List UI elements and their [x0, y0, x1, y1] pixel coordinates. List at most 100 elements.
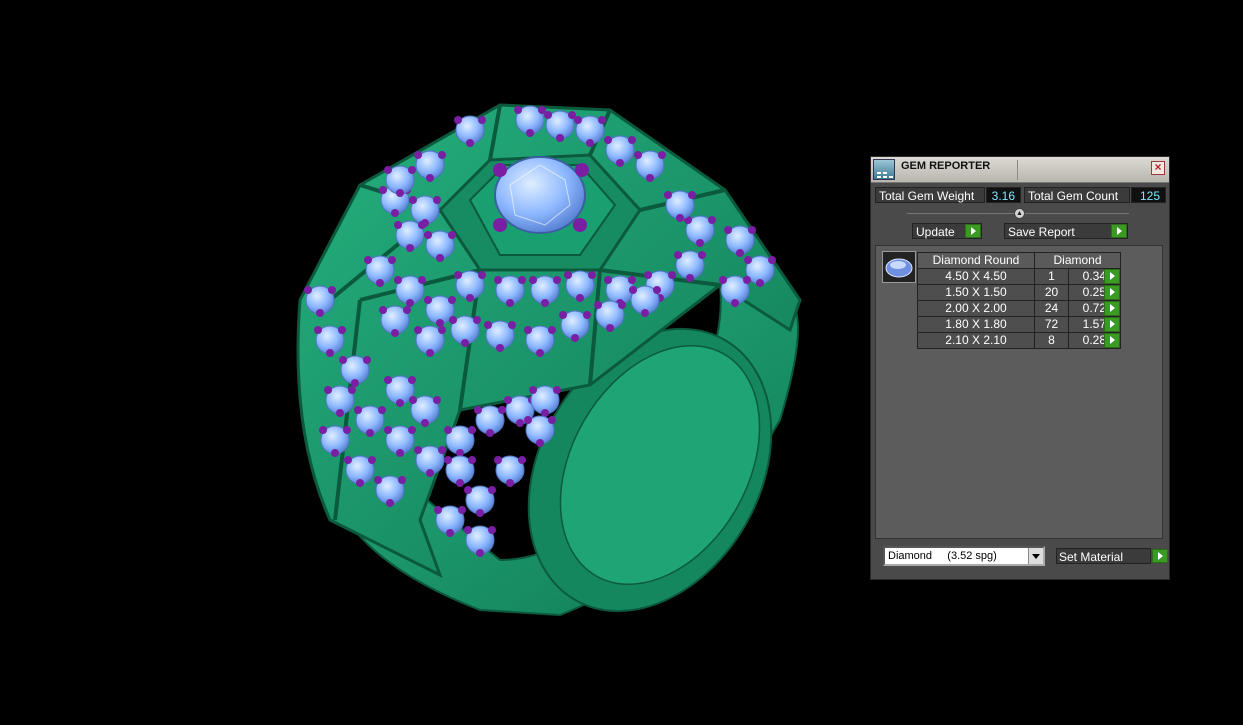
prong — [576, 294, 584, 302]
prong — [458, 506, 466, 514]
table-row[interactable]: 1.80 X 1.80 72 1.57tw — [917, 316, 1121, 333]
round-diamond-icon[interactable] — [882, 251, 916, 283]
prong — [688, 191, 696, 199]
prong — [494, 456, 502, 464]
prong — [653, 286, 661, 294]
prong — [719, 276, 727, 284]
prong — [396, 189, 404, 197]
play-icon[interactable] — [1104, 269, 1120, 284]
material-select[interactable]: Diamond (3.52 spg) — [883, 546, 1045, 566]
total-gem-count-value: 125 — [1131, 187, 1166, 203]
prong — [409, 196, 417, 204]
prong — [628, 276, 636, 284]
prong — [518, 456, 526, 464]
prong — [646, 174, 654, 182]
prong — [504, 396, 512, 404]
prong — [529, 276, 537, 284]
prong — [564, 271, 572, 279]
prong — [629, 286, 637, 294]
prong — [418, 221, 426, 229]
prong — [708, 216, 716, 224]
prong — [474, 406, 482, 414]
prong — [616, 159, 624, 167]
prong — [336, 409, 344, 417]
update-button-label: Update — [916, 225, 955, 239]
collapse-icon[interactable]: ▲ — [1014, 208, 1025, 219]
prong — [744, 256, 752, 264]
dropdown-arrow-icon[interactable] — [1028, 548, 1043, 564]
prong — [304, 286, 312, 294]
prong — [526, 129, 534, 137]
gem-reporter-panel: GEM REPORTER × Total Gem Weight 3.16 Tot… — [870, 156, 1170, 580]
update-button[interactable]: Update — [912, 223, 982, 239]
prong — [606, 324, 614, 332]
close-icon: × — [1154, 160, 1162, 174]
prong — [574, 116, 582, 124]
prong — [406, 299, 414, 307]
prong — [414, 151, 422, 159]
title-bar[interactable]: GEM REPORTER × — [871, 157, 1169, 183]
prong — [339, 356, 347, 364]
prong — [604, 136, 612, 144]
prong — [366, 429, 374, 437]
prong — [478, 271, 486, 279]
gem-size: 1.80 X 1.80 — [917, 316, 1035, 333]
prong — [488, 526, 496, 534]
prong — [436, 254, 444, 262]
prong — [736, 249, 744, 257]
table-row[interactable]: 2.00 X 2.00 24 0.72tw — [917, 300, 1121, 317]
prong — [433, 196, 441, 204]
prong — [374, 476, 382, 484]
panel-title: GEM REPORTER — [901, 160, 991, 172]
prong — [559, 311, 567, 319]
prong — [448, 231, 456, 239]
prong — [473, 316, 481, 324]
table-row[interactable]: 1.50 X 1.50 20 0.25tw — [917, 284, 1121, 301]
prong — [524, 326, 532, 334]
prong — [506, 299, 514, 307]
prong — [571, 334, 579, 342]
prong — [436, 319, 444, 327]
play-icon[interactable] — [1104, 285, 1120, 300]
prong — [426, 349, 434, 357]
prong — [426, 174, 434, 182]
set-material-button[interactable]: Set Material — [1056, 548, 1168, 564]
play-icon — [1111, 224, 1127, 238]
gem-count: 1 — [1034, 268, 1069, 285]
set-material-label: Set Material — [1059, 550, 1124, 564]
total-gem-weight-value: 3.16 — [986, 187, 1021, 203]
prong — [548, 326, 556, 334]
prong — [529, 386, 537, 394]
gem-size: 2.10 X 2.10 — [917, 332, 1035, 349]
prong — [384, 426, 392, 434]
prong — [379, 306, 387, 314]
play-icon[interactable] — [1104, 317, 1120, 332]
play-icon[interactable] — [1104, 333, 1120, 348]
save-report-button[interactable]: Save Report — [1004, 223, 1128, 239]
prong — [696, 239, 704, 247]
prong — [486, 429, 494, 437]
gem-list-area: Diamond Round Diamond 4.50 X 4.50 1 0.34… — [875, 245, 1163, 539]
play-icon[interactable] — [1104, 301, 1120, 316]
prong — [421, 419, 429, 427]
prong — [356, 479, 364, 487]
prong — [338, 326, 346, 334]
prong — [376, 279, 384, 287]
prong — [508, 321, 516, 329]
table-row[interactable]: 2.10 X 2.10 8 0.28tw — [917, 332, 1121, 349]
prong — [476, 509, 484, 517]
prong — [524, 416, 532, 424]
prong — [316, 309, 324, 317]
total-gem-weight-label: Total Gem Weight — [875, 187, 985, 203]
prong — [426, 469, 434, 477]
prong — [641, 309, 649, 317]
prong — [328, 286, 336, 294]
prong — [394, 276, 402, 284]
prong — [408, 376, 416, 384]
prong — [658, 151, 666, 159]
gem-size: 1.50 X 1.50 — [917, 284, 1035, 301]
table-row[interactable]: 4.50 X 4.50 1 0.34tw — [917, 268, 1121, 285]
prong — [498, 406, 506, 414]
close-button[interactable]: × — [1151, 161, 1165, 175]
prong — [344, 456, 352, 464]
